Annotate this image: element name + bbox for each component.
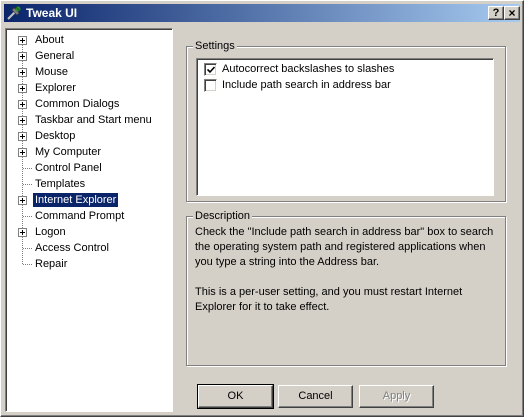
help-button[interactable]: ? bbox=[488, 6, 504, 20]
tree-item-label[interactable]: Taskbar and Start menu bbox=[33, 113, 154, 127]
path-search-checkbox[interactable] bbox=[204, 78, 217, 92]
description-paragraph: This is a per-user setting, and you must… bbox=[195, 286, 463, 313]
tweakui-app-icon bbox=[7, 6, 21, 20]
tree-item-label[interactable]: Desktop bbox=[33, 129, 77, 143]
title-bar[interactable]: Tweak UI ? × bbox=[4, 4, 520, 22]
tree-item-logon[interactable]: Logon bbox=[6, 224, 172, 240]
tree-item-label[interactable]: Templates bbox=[33, 177, 87, 191]
category-tree[interactable]: About General Mouse Explorer Common Dialogs T… bbox=[5, 28, 173, 412]
ok-button[interactable]: OK bbox=[197, 384, 274, 409]
expand-plus-icon[interactable] bbox=[18, 52, 27, 61]
tree-item-explorer[interactable]: Explorer bbox=[6, 80, 172, 96]
tree-item-mouse[interactable]: Mouse bbox=[6, 64, 172, 80]
settings-list[interactable]: Autocorrect backslashes to slashes Inclu… bbox=[196, 58, 494, 196]
expand-plus-icon[interactable] bbox=[18, 228, 27, 237]
tree-item-common-dialogs[interactable]: Common Dialogs bbox=[6, 96, 172, 112]
expand-plus-icon[interactable] bbox=[18, 100, 27, 109]
tree-item-label[interactable]: Command Prompt bbox=[33, 209, 126, 223]
tree-item-label[interactable]: Mouse bbox=[33, 65, 70, 79]
tree-item-label[interactable]: About bbox=[33, 33, 66, 47]
tree-item-internet-explorer[interactable]: Internet Explorer bbox=[6, 192, 172, 208]
tree-item-label[interactable]: Logon bbox=[33, 225, 68, 239]
description-text: Check the "Include path search in addres… bbox=[195, 225, 495, 330]
tree-item-templates[interactable]: Templates bbox=[6, 176, 172, 192]
description-paragraph: Check the "Include path search in addres… bbox=[195, 226, 494, 268]
tree-item-access-control[interactable]: Access Control bbox=[6, 240, 172, 256]
path-search-label: Include path search in address bar bbox=[222, 79, 391, 91]
tree-item-general[interactable]: General bbox=[6, 48, 172, 64]
tree-item-taskbar-and-start-menu[interactable]: Taskbar and Start menu bbox=[6, 112, 172, 128]
window-title: Tweak UI bbox=[26, 6, 78, 20]
tree-item-repair[interactable]: Repair bbox=[6, 256, 172, 272]
apply-button[interactable]: Apply bbox=[359, 385, 434, 408]
checkmark-icon bbox=[207, 65, 215, 73]
tree-item-about[interactable]: About bbox=[6, 32, 172, 48]
tree-item-command-prompt[interactable]: Command Prompt bbox=[6, 208, 172, 224]
tree-item-desktop[interactable]: Desktop bbox=[6, 128, 172, 144]
tree-item-label[interactable]: My Computer bbox=[33, 145, 103, 159]
expand-plus-icon[interactable] bbox=[18, 148, 27, 157]
close-button[interactable]: × bbox=[504, 6, 520, 20]
expand-plus-icon[interactable] bbox=[18, 132, 27, 141]
settings-group-label: Settings bbox=[193, 39, 237, 53]
expand-plus-icon[interactable] bbox=[18, 196, 27, 205]
description-group-label: Description bbox=[193, 209, 253, 223]
tree-item-label[interactable]: Repair bbox=[33, 257, 69, 271]
tree-item-label[interactable]: Internet Explorer bbox=[33, 193, 119, 207]
tree-item-label[interactable]: Control Panel bbox=[33, 161, 104, 175]
expand-plus-icon[interactable] bbox=[18, 84, 27, 93]
expand-plus-icon[interactable] bbox=[18, 116, 27, 125]
tree-item-my-computer[interactable]: My Computer bbox=[6, 144, 172, 160]
tree-item-label[interactable]: Access Control bbox=[33, 241, 111, 255]
setting-autocorrect-backslashes[interactable]: Autocorrect backslashes to slashes bbox=[204, 61, 394, 77]
cancel-button[interactable]: Cancel bbox=[278, 385, 353, 408]
tree-item-label[interactable]: Explorer bbox=[33, 81, 78, 95]
autocorrect-label: Autocorrect backslashes to slashes bbox=[222, 63, 395, 75]
tweak-ui-window: Tweak UI ? × About General Mouse Explorer Co… bbox=[0, 0, 524, 417]
expand-plus-icon[interactable] bbox=[18, 68, 27, 77]
autocorrect-checkbox[interactable] bbox=[204, 62, 217, 76]
tree-item-label[interactable]: Common Dialogs bbox=[33, 97, 121, 111]
expand-plus-icon[interactable] bbox=[18, 36, 27, 45]
tree-item-label[interactable]: General bbox=[33, 49, 76, 63]
tree-item-control-panel[interactable]: Control Panel bbox=[6, 160, 172, 176]
setting-include-path-search[interactable]: Include path search in address bar bbox=[204, 77, 391, 93]
